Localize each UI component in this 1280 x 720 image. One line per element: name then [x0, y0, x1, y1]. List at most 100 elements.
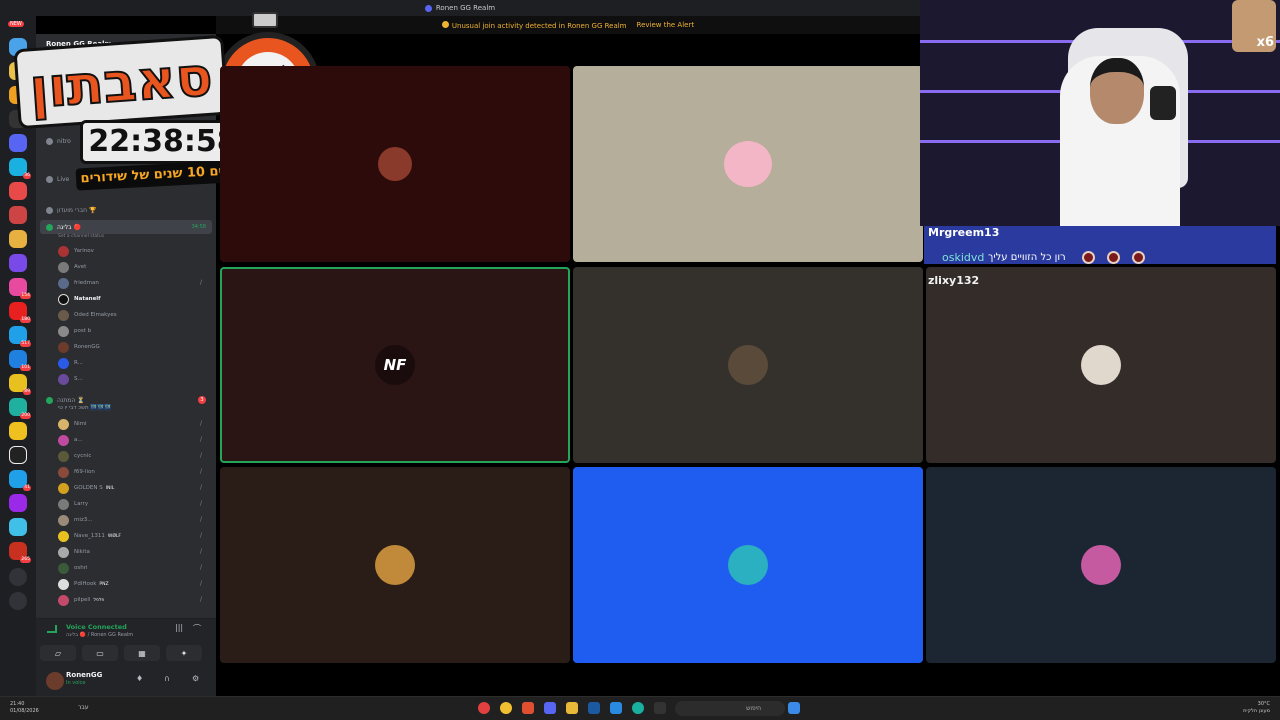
user-name: RonenGG — [74, 344, 100, 350]
voice-user[interactable]: miz3... / — [58, 513, 208, 527]
chrome-icon[interactable] — [500, 702, 512, 714]
server-badge: 41 — [23, 485, 31, 491]
video-tile[interactable] — [926, 467, 1276, 663]
settings-icon[interactable]: ⚙ — [192, 674, 199, 683]
user-name: a... — [74, 437, 83, 443]
server-icon-15[interactable]: 89 — [9, 374, 31, 395]
voice-user[interactable]: pilpeli פלפל / — [58, 593, 208, 607]
app-icon-9[interactable] — [654, 702, 666, 714]
server-icon-16[interactable]: 200 — [9, 398, 31, 419]
voice-user[interactable]: Yarinov — [58, 244, 208, 258]
noise-suppression-icon[interactable]: ||| — [175, 623, 185, 633]
screen-share-button[interactable]: ▭ — [82, 645, 118, 661]
app-icon-3[interactable] — [522, 702, 534, 714]
voice-user[interactable]: Nikita / — [58, 545, 208, 559]
voice-user[interactable]: Avet — [58, 260, 208, 274]
server-icon-19[interactable]: 41 — [9, 470, 31, 491]
participant-avatar — [378, 147, 412, 181]
avatar — [58, 578, 69, 590]
folder-icon[interactable] — [566, 702, 578, 714]
discord-icon[interactable] — [544, 702, 556, 714]
mute-icon: / — [200, 279, 203, 286]
server-icon-18[interactable] — [9, 446, 27, 464]
avatar — [58, 277, 69, 289]
avatar — [58, 261, 69, 273]
add-server-icon[interactable] — [9, 568, 27, 586]
server-icon-20[interactable] — [9, 494, 27, 512]
voice-user[interactable]: GOLDEN S INIL / — [58, 481, 208, 495]
taskbar-search[interactable]: חיפוש — [675, 701, 785, 716]
server-icon-13[interactable]: 517 — [9, 326, 31, 347]
server-icon-11[interactable]: 154 — [9, 278, 31, 299]
server-icon-12[interactable]: 180 — [9, 302, 31, 323]
voice-user[interactable]: RonenGG — [58, 340, 208, 354]
review-alert-button[interactable]: Review the Alert — [637, 21, 695, 29]
steam-icon[interactable] — [588, 702, 600, 714]
voice-status-subtitle[interactable]: בליגה 🔴 / Ronen GG Realm — [66, 632, 133, 638]
voice-user[interactable]: תשכ דבי יו טי 🌃🌃🌃 — [58, 403, 208, 413]
weather-widget[interactable]: 30°C מעונן חלקית — [1243, 701, 1270, 715]
avatar — [58, 245, 69, 257]
voice-user[interactable]: friedman / — [58, 276, 208, 290]
chat-username: Mrgreem13 — [928, 226, 1000, 239]
server-icon-14[interactable]: 101 — [9, 350, 31, 371]
voice-user[interactable]: post b — [58, 324, 208, 338]
avatar[interactable] — [46, 672, 64, 690]
voice-status-title[interactable]: Voice Connected — [66, 623, 127, 631]
channel-status[interactable]: Set a channel status — [58, 234, 104, 239]
nf-logo: NF — [375, 345, 415, 385]
video-tile-speaking[interactable]: NF — [220, 267, 570, 463]
server-icon-22[interactable]: 265 — [9, 542, 31, 563]
voice-user[interactable]: cycnic / — [58, 449, 208, 463]
voice-user[interactable]: a... / — [58, 433, 208, 447]
server-badge: 200 — [20, 413, 31, 419]
video-tile[interactable] — [220, 66, 570, 262]
video-tile[interactable] — [573, 66, 923, 262]
user-tag: PNZ — [99, 581, 109, 587]
speaker-icon — [46, 396, 53, 404]
microphone-icon[interactable]: ♦ — [136, 674, 143, 683]
disconnect-icon[interactable]: ⌒ — [193, 623, 203, 633]
channel-header — [216, 34, 920, 64]
signal-icon[interactable] — [47, 625, 57, 633]
user-name: Nimi — [74, 421, 87, 427]
server-icon-8[interactable] — [9, 206, 27, 224]
server-icon-17[interactable] — [9, 422, 27, 440]
server-icon-9[interactable] — [9, 230, 27, 248]
edge-icon[interactable] — [632, 702, 644, 714]
voice-user[interactable]: f69-lion / — [58, 465, 208, 479]
app-icon-7[interactable] — [610, 702, 622, 714]
voice-user[interactable]: PdiHook PNZ / — [58, 577, 208, 591]
channel-club[interactable]: חברי מועדון 🏆 — [40, 203, 212, 217]
explore-icon[interactable] — [9, 592, 27, 610]
camera-off-button[interactable]: ▱ — [40, 645, 76, 661]
app-icon-1[interactable] — [478, 702, 490, 714]
user-name: S... — [74, 376, 83, 382]
taskbar-clock[interactable]: 21:40 01/08/2026 — [10, 701, 39, 715]
user-name: תשכ דבי יו טי 🌃🌃🌃 — [58, 405, 111, 411]
language-indicator[interactable]: עבר — [78, 704, 89, 711]
voice-user[interactable]: R... — [58, 356, 208, 370]
voice-user[interactable]: Nimi / — [58, 417, 208, 431]
headphones-icon[interactable]: ∩ — [164, 674, 170, 683]
voice-user[interactable]: Natanelf — [58, 292, 208, 306]
voice-user[interactable]: Larry / — [58, 497, 208, 511]
video-tile[interactable] — [220, 467, 570, 663]
voice-user[interactable]: Oded Elmakyes — [58, 308, 208, 322]
video-tile[interactable] — [573, 267, 923, 463]
voice-user[interactable]: Nave_1311 WØLF / — [58, 529, 208, 543]
activities-button[interactable]: ▦ — [124, 645, 160, 661]
channel-active-voice[interactable]: בליגה 🔴 34:58 — [40, 220, 212, 234]
server-icon-21[interactable] — [9, 518, 27, 536]
avatar — [58, 498, 69, 510]
voice-user[interactable]: S... — [58, 372, 208, 386]
user-name[interactable]: RonenGG — [66, 671, 102, 679]
video-tile[interactable] — [573, 467, 923, 663]
mute-icon: / — [200, 548, 203, 555]
video-tile[interactable] — [926, 267, 1276, 463]
server-icon-10[interactable] — [9, 254, 27, 272]
windows-start-icon[interactable] — [788, 702, 800, 714]
voice-user[interactable]: oshri / — [58, 561, 208, 575]
soundboard-button[interactable]: ✦ — [166, 645, 202, 661]
screen: Ronen GG Realm Unusual join activity det… — [0, 0, 1280, 720]
